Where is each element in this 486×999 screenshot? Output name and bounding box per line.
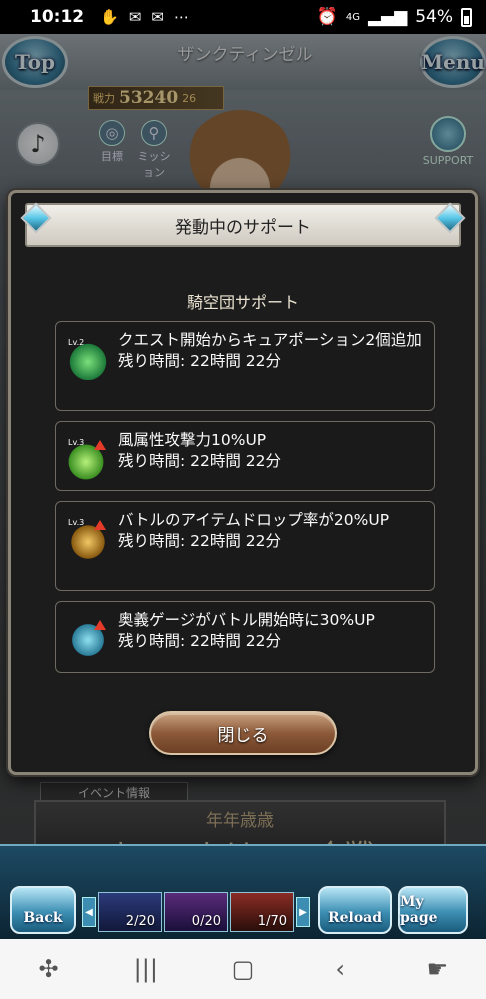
mail-icon: ✉ bbox=[151, 8, 164, 26]
card-text: バトルのアイテムドロップ率が20%UP 残り時間: 22時間 22分 bbox=[118, 510, 389, 552]
cure-potion-icon: Lv.2 bbox=[68, 338, 108, 380]
more-icon: ⋯ bbox=[173, 8, 189, 26]
support-card: Lv.2 クエスト開始からキュアポーション2個追加 残り時間: 22時間 22分 bbox=[55, 321, 435, 411]
network-type: 4G bbox=[345, 11, 360, 23]
card-time: 残り時間: 22時間 22分 bbox=[118, 632, 282, 650]
chevron-left-icon[interactable]: ◀ bbox=[82, 897, 96, 927]
stamina-slot[interactable]: 2/20 bbox=[98, 892, 162, 932]
status-right: ⏰ 4G ▂▄▆ 54% bbox=[317, 7, 472, 27]
level-badge: Lv.3 bbox=[68, 438, 85, 447]
item-drop-up-icon: Lv.3 bbox=[68, 518, 108, 560]
signal-icon: ▂▄▆ bbox=[367, 7, 408, 27]
home-icon[interactable]: ▢ bbox=[213, 955, 273, 983]
card-text: クエスト開始からキュアポーション2個追加 残り時間: 22時間 22分 bbox=[118, 330, 422, 372]
assistant-icon[interactable]: ☛ bbox=[407, 955, 467, 983]
back-icon[interactable]: ‹ bbox=[310, 955, 370, 983]
status-bar: 10:12 ✋ ✉ ✉ ⋯ ⏰ 4G ▂▄▆ 54% bbox=[0, 0, 486, 34]
stamina-slot[interactable]: 0/20 bbox=[164, 892, 228, 932]
battery-percent: 54% bbox=[415, 7, 453, 27]
recent-apps-icon[interactable]: ||| bbox=[116, 955, 176, 983]
ougi-gauge-icon bbox=[68, 620, 108, 660]
card-description: 奥義ゲージがバトル開始時に30%UP bbox=[118, 611, 375, 629]
level-badge: Lv.3 bbox=[68, 518, 85, 527]
stamina-count: 2/20 bbox=[125, 914, 155, 929]
stamina-bar: ◀ 2/20 0/20 1/70 ▶ bbox=[82, 890, 312, 934]
close-button[interactable]: 閉じる bbox=[149, 711, 337, 755]
card-description: 風属性攻撃力10%UP bbox=[118, 431, 267, 449]
support-card: Lv.3 風属性攻撃力10%UP 残り時間: 22時間 22分 bbox=[55, 421, 435, 491]
mypage-button[interactable]: My page bbox=[398, 886, 468, 934]
chevron-right-icon[interactable]: ▶ bbox=[296, 897, 310, 927]
card-text: 奥義ゲージがバトル開始時に30%UP 残り時間: 22時間 22分 bbox=[118, 610, 375, 652]
wind-attack-up-icon: Lv.3 bbox=[68, 438, 108, 480]
modal-title: 発動中のサポート bbox=[25, 203, 461, 247]
card-description: バトルのアイテムドロップ率が20%UP bbox=[118, 511, 390, 529]
support-modal: 発動中のサポート 騎空団サポート Lv.2 クエスト開始からキュアポーション2個… bbox=[8, 190, 478, 775]
card-time: 残り時間: 22時間 22分 bbox=[118, 532, 282, 550]
card-description: クエスト開始からキュアポーション2個追加 bbox=[118, 331, 422, 349]
card-text: 風属性攻撃力10%UP 残り時間: 22時間 22分 bbox=[118, 430, 281, 472]
battery-icon bbox=[461, 7, 472, 27]
support-card: 奥義ゲージがバトル開始時に30%UP 残り時間: 22時間 22分 bbox=[55, 601, 435, 673]
android-nav-bar: ✣ ||| ▢ ‹ ☛ bbox=[0, 939, 486, 999]
stamina-count: 0/20 bbox=[191, 914, 221, 929]
clock: 10:12 bbox=[30, 7, 85, 27]
support-card: Lv.3 バトルのアイテムドロップ率が20%UP 残り時間: 22時間 22分 bbox=[55, 501, 435, 591]
alarm-icon: ⏰ bbox=[316, 7, 338, 27]
reload-button[interactable]: Reload bbox=[318, 886, 392, 934]
up-arrow-icon bbox=[94, 620, 106, 630]
back-button[interactable]: Back bbox=[10, 886, 76, 934]
hand-icon: ✋ bbox=[100, 8, 119, 26]
level-badge: Lv.2 bbox=[68, 338, 85, 347]
mail-icon: ✉ bbox=[128, 8, 142, 26]
stamina-slot[interactable]: 1/70 bbox=[230, 892, 294, 932]
game-footer: Back ◀ 2/20 0/20 1/70 ▶ Reload My page bbox=[0, 844, 486, 939]
up-arrow-icon bbox=[94, 440, 106, 450]
section-title: 騎空団サポート bbox=[11, 289, 475, 322]
up-arrow-icon bbox=[94, 520, 106, 530]
card-time: 残り時間: 22時間 22分 bbox=[118, 352, 282, 370]
card-time: 残り時間: 22時間 22分 bbox=[118, 452, 282, 470]
stamina-count: 1/70 bbox=[257, 914, 287, 929]
game-launcher-icon[interactable]: ✣ bbox=[19, 955, 79, 983]
